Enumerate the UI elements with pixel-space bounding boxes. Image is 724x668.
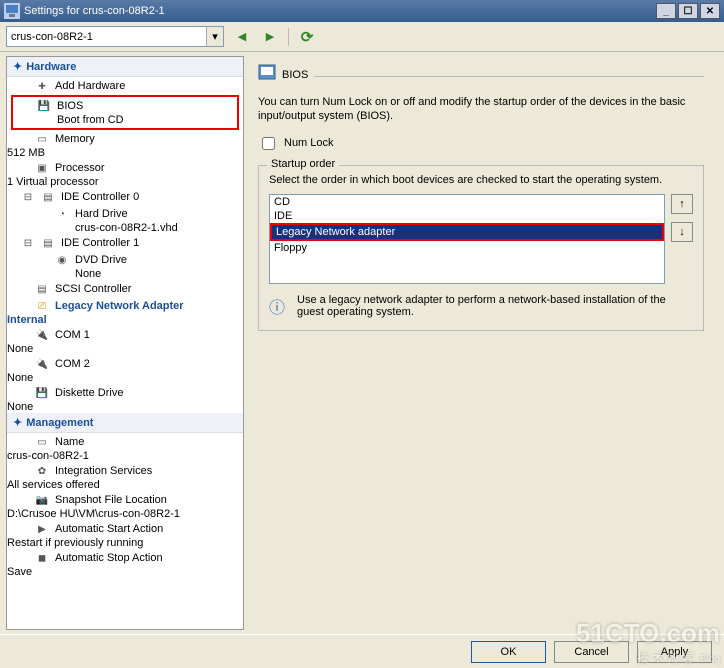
vm-selector[interactable]: crus-con-08R2-1 ▾: [6, 26, 224, 47]
ok-button[interactable]: OK: [471, 641, 546, 663]
boot-order-list[interactable]: CD IDE Legacy Network adapter Floppy: [269, 194, 665, 284]
tree-scsi[interactable]: ▤ SCSI Controller: [7, 280, 243, 297]
dialog-buttons: OK Cancel Apply: [0, 634, 724, 668]
scsi-icon: ▤: [35, 282, 49, 296]
tree-ide1[interactable]: ⊟ ▤ IDE Controller 1: [7, 234, 243, 251]
info-icon: ⓘ: [269, 294, 289, 314]
section-management: ✦ Management: [7, 413, 243, 433]
startup-order-group: Startup order Select the order in which …: [258, 165, 704, 331]
name-icon: ▭: [35, 435, 49, 449]
section-hardware: ✦ Hardware: [7, 57, 243, 77]
close-button[interactable]: ✕: [700, 3, 720, 19]
autostart-icon: ▶: [35, 522, 49, 536]
tree-autostop[interactable]: ◼ Automatic Stop Action: [7, 549, 243, 566]
hardware-icon: ✦: [13, 60, 22, 73]
tree-bios[interactable]: 💾 BIOS: [13, 97, 237, 114]
tree-name[interactable]: ▭ Name: [7, 433, 243, 450]
panel-title: BIOS: [282, 69, 308, 81]
tree-add-hardware[interactable]: 🞦 Add Hardware: [7, 77, 243, 94]
refresh-button[interactable]: ⟳: [297, 27, 317, 47]
controller-icon: ▤: [41, 236, 55, 250]
controller-icon: ▤: [41, 190, 55, 204]
move-down-button[interactable]: ↓: [671, 222, 693, 242]
hard-drive-icon: ◔: [55, 207, 69, 221]
tree-hard-drive[interactable]: ◔ Hard Drive: [7, 205, 243, 222]
toolbar: crus-con-08R2-1 ▾ ◀ ▶ ⟳: [0, 22, 724, 52]
tree-com2[interactable]: 🔌 COM 2: [7, 355, 243, 372]
tree-memory[interactable]: ▭ Memory: [7, 130, 243, 147]
tree-dvd[interactable]: ◉ DVD Drive: [7, 251, 243, 268]
tree-autostart[interactable]: ▶ Automatic Start Action: [7, 520, 243, 537]
move-up-button[interactable]: ↑: [671, 194, 693, 214]
list-item[interactable]: Legacy Network adapter: [270, 223, 664, 241]
detail-panel: BIOS You can turn Num Lock on or off and…: [244, 52, 724, 634]
panel-description: You can turn Num Lock on or off and modi…: [258, 95, 704, 124]
tree-processor[interactable]: ▣ Processor: [7, 159, 243, 176]
list-item[interactable]: Floppy: [270, 241, 664, 255]
maximize-button[interactable]: ☐: [678, 3, 698, 19]
diskette-icon: 💾: [35, 386, 49, 400]
tree-bios-sub: Boot from CD: [13, 114, 237, 126]
snapshot-icon: 📷: [35, 493, 49, 507]
tree-legacy-net[interactable]: ⎚ Legacy Network Adapter: [7, 297, 243, 314]
tree-ide0[interactable]: ⊟ ▤ IDE Controller 0: [7, 188, 243, 205]
cancel-button[interactable]: Cancel: [554, 641, 629, 663]
collapse-icon[interactable]: ⊟: [21, 236, 35, 250]
numlock-checkbox[interactable]: [262, 137, 275, 150]
collapse-icon[interactable]: ⊟: [21, 190, 35, 204]
list-item[interactable]: IDE: [270, 209, 664, 223]
app-icon: [4, 3, 20, 19]
back-button[interactable]: ◀: [232, 27, 252, 47]
info-text: Use a legacy network adapter to perform …: [297, 294, 693, 318]
chevron-down-icon: ▾: [206, 27, 223, 46]
apply-button[interactable]: Apply: [637, 641, 712, 663]
add-hardware-icon: 🞦: [35, 79, 49, 93]
tree-com1[interactable]: 🔌 COM 1: [7, 326, 243, 343]
window-title: Settings for crus-con-08R2-1: [24, 5, 165, 17]
minimize-button[interactable]: _: [656, 3, 676, 19]
dvd-icon: ◉: [55, 253, 69, 267]
list-item[interactable]: CD: [270, 195, 664, 209]
network-adapter-icon: ⎚: [35, 299, 49, 313]
settings-tree: ✦ Hardware 🞦 Add Hardware 💾 BIOS Boot fr…: [6, 56, 244, 630]
bios-icon: 💾: [37, 99, 51, 113]
com-port-icon: 🔌: [35, 357, 49, 371]
tree-diskette[interactable]: 💾 Diskette Drive: [7, 384, 243, 401]
autostop-icon: ◼: [35, 551, 49, 565]
tree-integration[interactable]: ✿ Integration Services: [7, 462, 243, 479]
com-port-icon: 🔌: [35, 328, 49, 342]
memory-icon: ▭: [35, 132, 49, 146]
startup-order-desc: Select the order in which boot devices a…: [269, 174, 693, 186]
tree-snapshot[interactable]: 📷 Snapshot File Location: [7, 491, 243, 508]
titlebar: Settings for crus-con-08R2-1 _ ☐ ✕: [0, 0, 724, 22]
management-icon: ✦: [13, 416, 22, 429]
integration-icon: ✿: [35, 464, 49, 478]
processor-icon: ▣: [35, 161, 49, 175]
bios-panel-icon: [258, 64, 276, 85]
forward-button[interactable]: ▶: [260, 27, 280, 47]
